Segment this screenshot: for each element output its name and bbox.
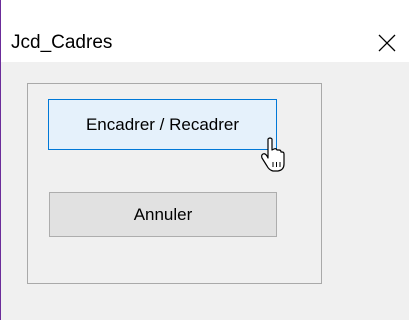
close-button[interactable] (367, 26, 407, 60)
window-title: Jcd_Cadres (11, 32, 113, 53)
dialog-window: Jcd_Cadres Encadrer / Recadrer Annuler (0, 0, 409, 320)
title-bar: Jcd_Cadres (1, 0, 409, 62)
encadrer-recadrer-button[interactable]: Encadrer / Recadrer (48, 99, 277, 150)
mouse-pointer-icon (261, 137, 285, 172)
encadrer-recadrer-label: Encadrer / Recadrer (85, 114, 240, 134)
dialog-client-area: Encadrer / Recadrer Annuler (2, 62, 409, 320)
close-icon (378, 34, 396, 52)
annuler-button[interactable]: Annuler (49, 192, 277, 237)
annuler-label: Annuler (133, 204, 193, 224)
